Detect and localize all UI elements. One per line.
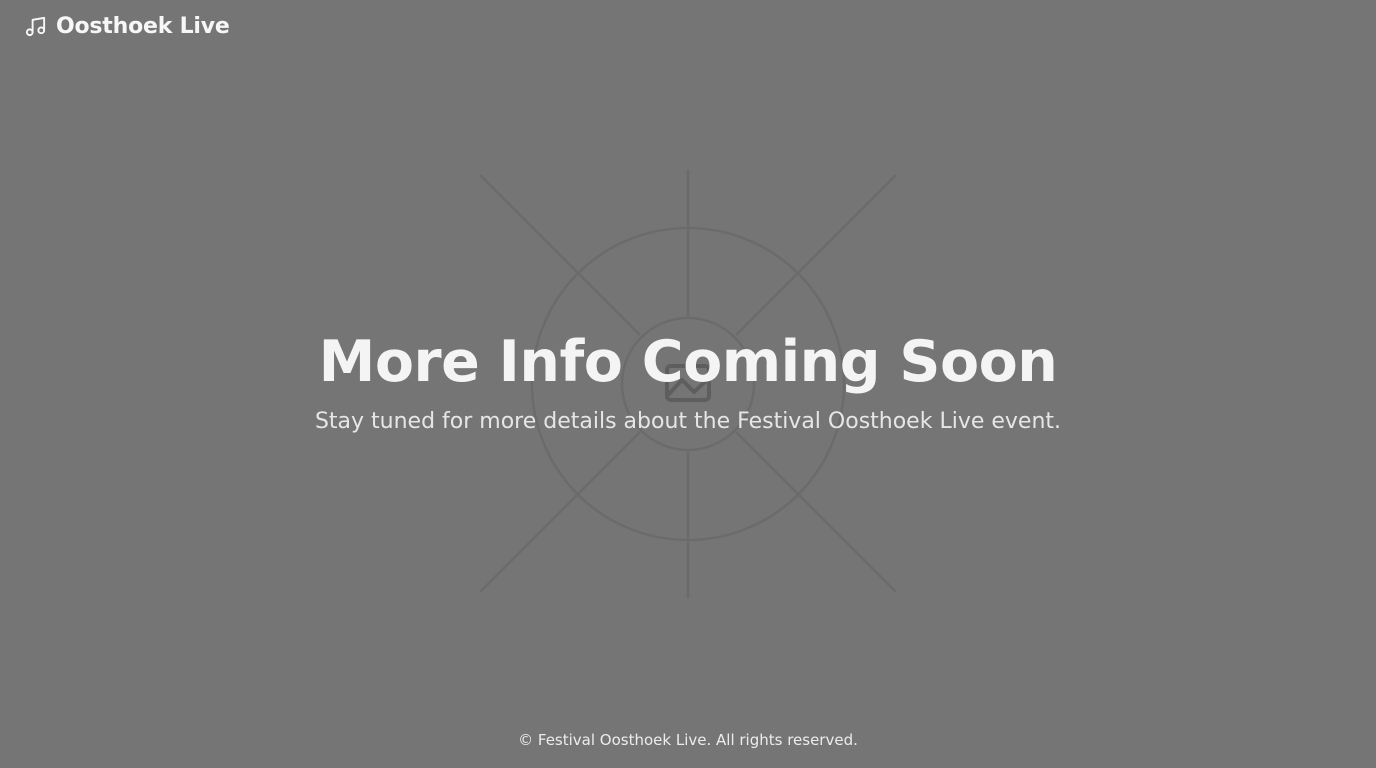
footer-copyright: © Festival Oosthoek Live. All rights res…	[518, 731, 858, 749]
page: Oosthoek Live More Info Coming Soon Stay…	[0, 0, 1376, 768]
art-ray-bottom-left	[479, 431, 641, 593]
art-ray-bottom-right	[735, 431, 897, 593]
hero-section: More Info Coming Soon Stay tuned for mor…	[0, 323, 1376, 437]
music-note-icon	[25, 16, 46, 37]
art-ray-top-right	[735, 174, 897, 336]
site-header: Oosthoek Live	[24, 14, 230, 39]
art-ray-top-left	[479, 174, 641, 336]
hero-subtitle: Stay tuned for more details about the Fe…	[314, 409, 1062, 434]
brand-name[interactable]: Oosthoek Live	[56, 14, 230, 39]
hero-title: More Info Coming Soon	[318, 329, 1058, 395]
